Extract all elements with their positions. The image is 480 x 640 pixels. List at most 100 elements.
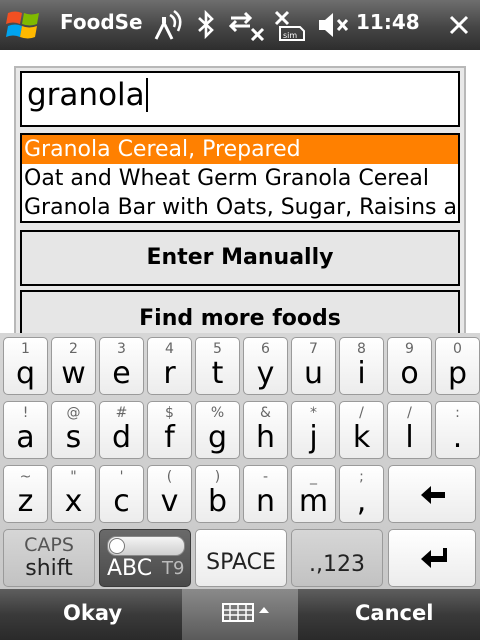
key-alt-char: - <box>262 469 269 485</box>
key-v[interactable]: (v <box>147 465 192 523</box>
key-char: o <box>400 356 419 391</box>
backspace-arrow-icon <box>421 486 445 504</box>
result-item[interactable]: Oat and Wheat Germ Granola Cereal <box>22 164 458 193</box>
key-char: w <box>61 356 86 391</box>
key-p[interactable]: 0p <box>435 337 480 395</box>
key-z[interactable]: ~ z <box>3 465 48 523</box>
key-char: h <box>255 420 275 455</box>
key-alt-char: # <box>115 405 128 421</box>
key-r[interactable]: 4r <box>147 337 192 395</box>
key-char: b <box>207 484 228 519</box>
key-alt-char: _ <box>310 469 317 485</box>
find-more-foods-button[interactable]: Find more foods <box>20 290 460 333</box>
key-alt-char: @ <box>66 405 81 421</box>
key-char: y <box>256 356 275 391</box>
key-alt-char: 7 <box>309 341 318 357</box>
windows-start-icon[interactable] <box>5 7 43 43</box>
key-d[interactable]: # d <box>99 401 144 459</box>
numbers-key[interactable]: .,123 <box>291 529 383 587</box>
key-char: k <box>352 420 371 455</box>
key-x[interactable]: " x <box>51 465 96 523</box>
input-panel-button[interactable] <box>182 589 298 640</box>
key-alt-char: 0 <box>453 341 462 357</box>
result-item[interactable]: Granola Bar with Oats, Sugar, Raisins an… <box>22 193 458 221</box>
enter-manually-button[interactable]: Enter Manually <box>20 230 460 286</box>
key-s[interactable]: @ s <box>51 401 96 459</box>
key-alt-char: ' <box>119 469 124 485</box>
key-k[interactable]: / k <box>339 401 384 459</box>
app-title: FoodSe <box>60 10 143 34</box>
key-c[interactable]: ' c <box>99 465 144 523</box>
enter-key[interactable] <box>388 529 476 587</box>
status-bar: FoodSe sim 11:48 <box>0 0 480 50</box>
key-alt-char: : <box>455 405 460 421</box>
key-alt-char: ( <box>166 469 173 485</box>
result-item[interactable]: Granola Cereal, Prepared <box>22 135 458 164</box>
key-char: , <box>356 484 367 519</box>
key-alt-char: ; <box>359 469 364 485</box>
key-g[interactable]: % g <box>195 401 240 459</box>
t9-label: T9 <box>162 558 185 579</box>
enter-return-icon <box>421 548 447 568</box>
key-char: x <box>64 484 83 519</box>
antenna-icon[interactable] <box>150 9 188 41</box>
keyboard-icon <box>222 603 269 622</box>
key-alt-char: * <box>310 405 317 421</box>
clock[interactable]: 11:48 <box>356 10 420 34</box>
key-char: s <box>65 420 82 455</box>
slider-thumb[interactable] <box>109 538 125 554</box>
key-alt-char: " <box>70 469 77 485</box>
key-char: v <box>160 484 179 519</box>
search-input[interactable]: granola <box>20 71 460 127</box>
key-char: l <box>405 420 414 455</box>
key-char: m <box>298 484 329 519</box>
key-alt-char: $ <box>165 405 174 421</box>
key-alt-char: % <box>210 405 225 421</box>
key-char: i <box>357 356 366 391</box>
key-alt-char: & <box>260 405 271 421</box>
key-m[interactable]: _ m <box>291 465 336 523</box>
key-w[interactable]: 2w <box>51 337 96 395</box>
key-char: a <box>16 420 35 455</box>
text-caret <box>145 78 148 112</box>
key-char: r <box>163 356 176 391</box>
space-label: SPACE <box>206 550 276 575</box>
key-period[interactable]: :. <box>435 401 480 459</box>
input-mode-slider[interactable] <box>107 536 185 556</box>
key-j[interactable]: * j <box>291 401 336 459</box>
key-l[interactable]: / l <box>387 401 432 459</box>
backspace-key[interactable] <box>388 465 476 523</box>
key-e[interactable]: 3e <box>99 337 144 395</box>
key-n[interactable]: -n <box>243 465 288 523</box>
key-f[interactable]: $ f <box>147 401 192 459</box>
bluetooth-icon[interactable] <box>195 9 217 41</box>
key-u[interactable]: 7u <box>291 337 336 395</box>
key-t[interactable]: 5t <box>195 337 240 395</box>
key-b[interactable]: ) b <box>195 465 240 523</box>
key-q[interactable]: 1q <box>3 337 48 395</box>
search-results-list[interactable]: Granola Cereal, Prepared Oat and Wheat Ge… <box>20 133 460 223</box>
shift-label: shift <box>25 556 73 581</box>
key-alt-char: 3 <box>117 341 126 357</box>
key-alt-char: / <box>359 405 364 421</box>
cancel-softkey[interactable]: Cancel <box>355 601 433 625</box>
key-char: p <box>447 356 468 391</box>
close-icon[interactable] <box>442 9 476 41</box>
key-comma[interactable]: ;, <box>339 465 384 523</box>
search-text: granola <box>27 77 145 113</box>
key-a[interactable]: ! a <box>3 401 48 459</box>
no-sim-icon[interactable]: sim <box>272 9 308 41</box>
abc-t9-toggle-key[interactable]: ABC T9 <box>99 529 191 587</box>
key-char: t <box>211 356 224 391</box>
space-key[interactable]: SPACE <box>195 529 287 587</box>
volume-muted-icon[interactable] <box>316 9 350 41</box>
okay-softkey[interactable]: Okay <box>63 601 122 625</box>
key-o[interactable]: 9o <box>387 337 432 395</box>
data-connection-off-icon[interactable] <box>228 9 266 41</box>
key-i[interactable]: 8i <box>339 337 384 395</box>
caps-shift-key[interactable]: CAPS shift <box>3 529 95 587</box>
key-alt-char: 9 <box>405 341 414 357</box>
key-h[interactable]: & h <box>243 401 288 459</box>
key-alt-char: ~ <box>19 469 32 485</box>
key-y[interactable]: 6y <box>243 337 288 395</box>
